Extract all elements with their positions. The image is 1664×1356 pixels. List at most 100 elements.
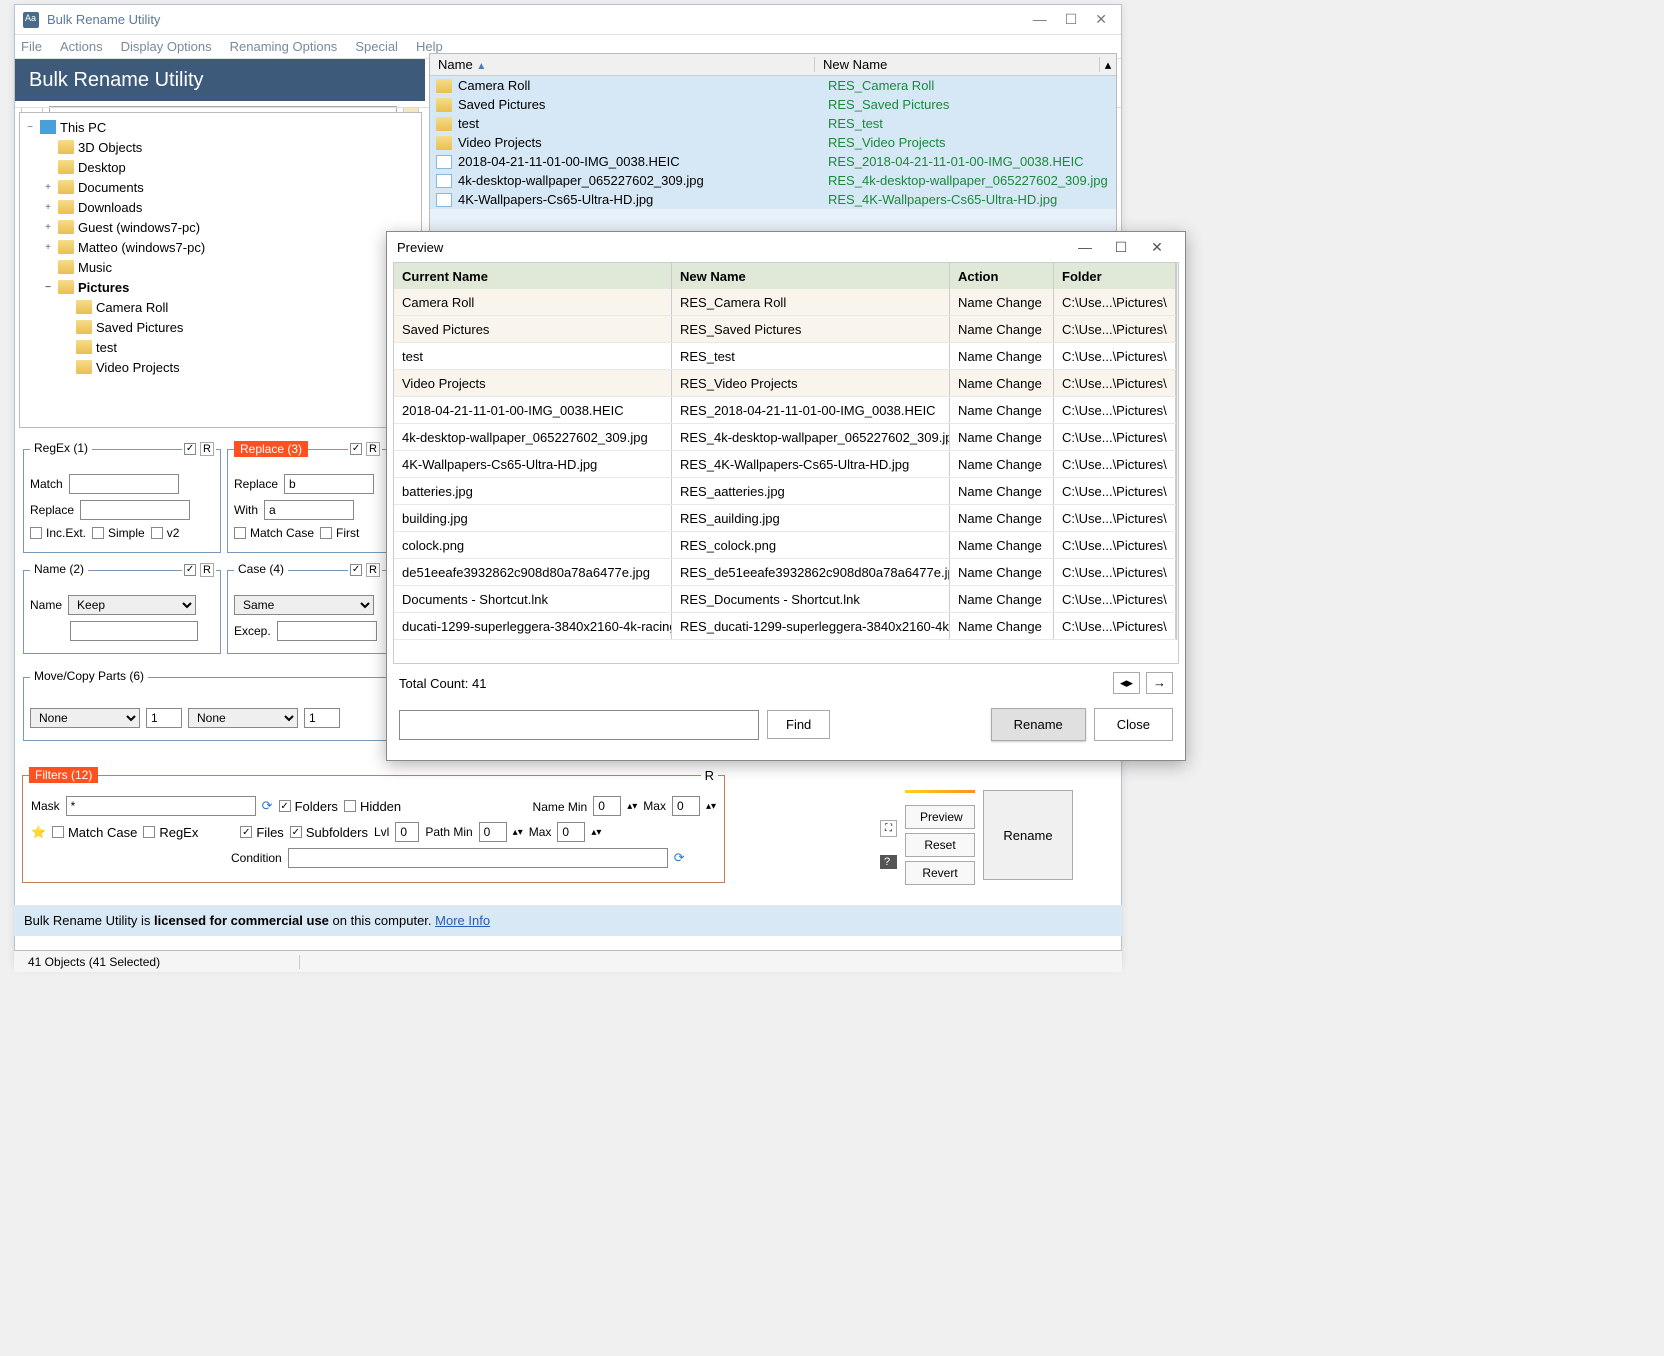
folders-check[interactable]	[279, 800, 291, 812]
preview-close-button[interactable]: Close	[1094, 708, 1173, 741]
preview-row[interactable]: de51eeafe3932862c908d80a78a6477e.jpgRES_…	[394, 559, 1176, 586]
hidden-check[interactable]	[344, 800, 356, 812]
preview-row[interactable]: 2018-04-21-11-01-00-IMG_0038.HEICRES_201…	[394, 397, 1176, 424]
menu-renaming-options[interactable]: Renaming Options	[230, 39, 338, 54]
lvl-input[interactable]	[395, 822, 419, 842]
tree-item[interactable]: +Documents	[24, 177, 417, 197]
replace-reset[interactable]: R	[366, 442, 380, 456]
regex-match-input[interactable]	[69, 474, 179, 494]
tree-item[interactable]: +Downloads	[24, 197, 417, 217]
file-row[interactable]: Video ProjectsRES_Video Projects	[430, 133, 1116, 152]
tree-item[interactable]: Camera Roll	[24, 297, 417, 317]
preview-table[interactable]: Current Name New Name Action Folder Came…	[393, 262, 1179, 664]
col-newname[interactable]: New Name	[815, 57, 1100, 72]
regex-replace-input[interactable]	[80, 500, 190, 520]
expand-icon[interactable]: ⛶	[880, 820, 897, 837]
filter-matchcase[interactable]	[52, 826, 64, 838]
nav-prev-icon[interactable]: ◂▸	[1113, 672, 1140, 694]
movecopy-sel2[interactable]: None	[188, 708, 298, 728]
preview-close[interactable]: ✕	[1139, 239, 1175, 256]
file-row[interactable]: testRES_test	[430, 114, 1116, 133]
case-reset[interactable]: R	[366, 563, 380, 577]
regex-simple[interactable]	[92, 527, 104, 539]
preview-row[interactable]: testRES_testName ChangeC:\Use...\Picture…	[394, 343, 1176, 370]
menu-display-options[interactable]: Display Options	[121, 39, 212, 54]
name-max-input[interactable]	[672, 796, 700, 816]
preview-row[interactable]: building.jpgRES_auilding.jpgName ChangeC…	[394, 505, 1176, 532]
replace-first[interactable]	[320, 527, 332, 539]
menu-help[interactable]: Help	[416, 39, 443, 54]
file-row[interactable]: 2018-04-21-11-01-00-IMG_0038.HEICRES_201…	[430, 152, 1116, 171]
file-row[interactable]: Camera RollRES_Camera Roll	[430, 76, 1116, 95]
name-enabled[interactable]	[184, 564, 196, 576]
tree-root[interactable]: − This PC	[24, 117, 417, 137]
tree-item[interactable]: 3D Objects	[24, 137, 417, 157]
spinner-icon[interactable]: ▴▾	[513, 827, 523, 838]
path-min-input[interactable]	[479, 822, 507, 842]
preview-row[interactable]: colock.pngRES_colock.pngName ChangeC:\Us…	[394, 532, 1176, 559]
file-row[interactable]: Saved PicturesRES_Saved Pictures	[430, 95, 1116, 114]
maximize-button[interactable]: ☐	[1065, 11, 1078, 28]
tree-item[interactable]: Desktop	[24, 157, 417, 177]
movecopy-n1[interactable]	[146, 708, 182, 728]
help-icon[interactable]: ?	[880, 855, 897, 869]
rename-button[interactable]: Rename	[983, 790, 1073, 880]
file-row[interactable]: 4k-desktop-wallpaper_065227602_309.jpgRE…	[430, 171, 1116, 190]
with-input[interactable]	[264, 500, 354, 520]
preview-row[interactable]: Camera RollRES_Camera RollName ChangeC:\…	[394, 289, 1176, 316]
path-max-input[interactable]	[557, 822, 585, 842]
menu-actions[interactable]: Actions	[60, 39, 103, 54]
name-reset[interactable]: R	[200, 563, 214, 577]
preview-scrollbar[interactable]	[1176, 263, 1178, 640]
name-text-input[interactable]	[70, 621, 198, 641]
spinner-icon[interactable]: ▴▾	[591, 827, 601, 838]
regex-reset[interactable]: R	[200, 442, 214, 456]
close-button[interactable]: ✕	[1095, 11, 1107, 28]
favorite-icon[interactable]: ⭐	[31, 825, 46, 839]
reset-button[interactable]: Reset	[905, 833, 975, 857]
preview-row[interactable]: batteries.jpgRES_aatteries.jpgName Chang…	[394, 478, 1176, 505]
revert-button[interactable]: Revert	[905, 861, 975, 885]
tree-item[interactable]: +Matteo (windows7-pc)	[24, 237, 417, 257]
preview-button[interactable]: Preview	[905, 805, 975, 829]
col-action[interactable]: Action	[950, 263, 1054, 289]
case-select[interactable]: Same	[234, 595, 374, 615]
folder-tree[interactable]: − This PC 3D ObjectsDesktop+Documents+Do…	[19, 112, 422, 428]
menu-file[interactable]: File	[21, 39, 42, 54]
preview-row[interactable]: ducati-1299-superleggera-3840x2160-4k-ra…	[394, 613, 1176, 640]
spinner-icon[interactable]: ▴▾	[627, 801, 637, 812]
regex-inc-ext[interactable]	[30, 527, 42, 539]
spinner-icon[interactable]: ▴▾	[706, 801, 716, 812]
refresh-icon[interactable]: ⟳	[674, 850, 685, 866]
tree-item[interactable]: Saved Pictures	[24, 317, 417, 337]
col-current[interactable]: Current Name	[394, 263, 672, 289]
case-excep-input[interactable]	[277, 621, 377, 641]
preview-row[interactable]: 4K-Wallpapers-Cs65-Ultra-HD.jpgRES_4K-Wa…	[394, 451, 1176, 478]
tree-item[interactable]: +Guest (windows7-pc)	[24, 217, 417, 237]
case-enabled[interactable]	[350, 564, 362, 576]
subfolders-check[interactable]	[290, 826, 302, 838]
preview-maximize[interactable]: ☐	[1103, 239, 1139, 256]
files-check[interactable]	[240, 826, 252, 838]
name-min-input[interactable]	[593, 796, 621, 816]
preview-minimize[interactable]: —	[1067, 239, 1103, 255]
nav-next-icon[interactable]: →	[1146, 672, 1173, 694]
regex-v2[interactable]	[151, 527, 163, 539]
preview-row[interactable]: Saved PicturesRES_Saved PicturesName Cha…	[394, 316, 1176, 343]
replace-matchcase[interactable]	[234, 527, 246, 539]
preview-row[interactable]: Documents - Shortcut.lnkRES_Documents - …	[394, 586, 1176, 613]
movecopy-n2[interactable]	[304, 708, 340, 728]
name-select[interactable]: Keep	[68, 595, 196, 615]
preview-row[interactable]: Video ProjectsRES_Video ProjectsName Cha…	[394, 370, 1176, 397]
tree-item[interactable]: test	[24, 337, 417, 357]
preview-rename-button[interactable]: Rename	[991, 708, 1086, 741]
menu-special[interactable]: Special	[355, 39, 398, 54]
tree-item[interactable]: Music	[24, 257, 417, 277]
movecopy-sel1[interactable]: None	[30, 708, 140, 728]
file-row[interactable]: 4K-Wallpapers-Cs65-Ultra-HD.jpgRES_4K-Wa…	[430, 190, 1116, 209]
find-button[interactable]: Find	[767, 710, 830, 739]
find-input[interactable]	[399, 710, 759, 740]
filters-reset[interactable]: R	[705, 768, 714, 783]
more-info-link[interactable]: More Info	[435, 913, 490, 928]
col-folder[interactable]: Folder	[1054, 263, 1176, 289]
